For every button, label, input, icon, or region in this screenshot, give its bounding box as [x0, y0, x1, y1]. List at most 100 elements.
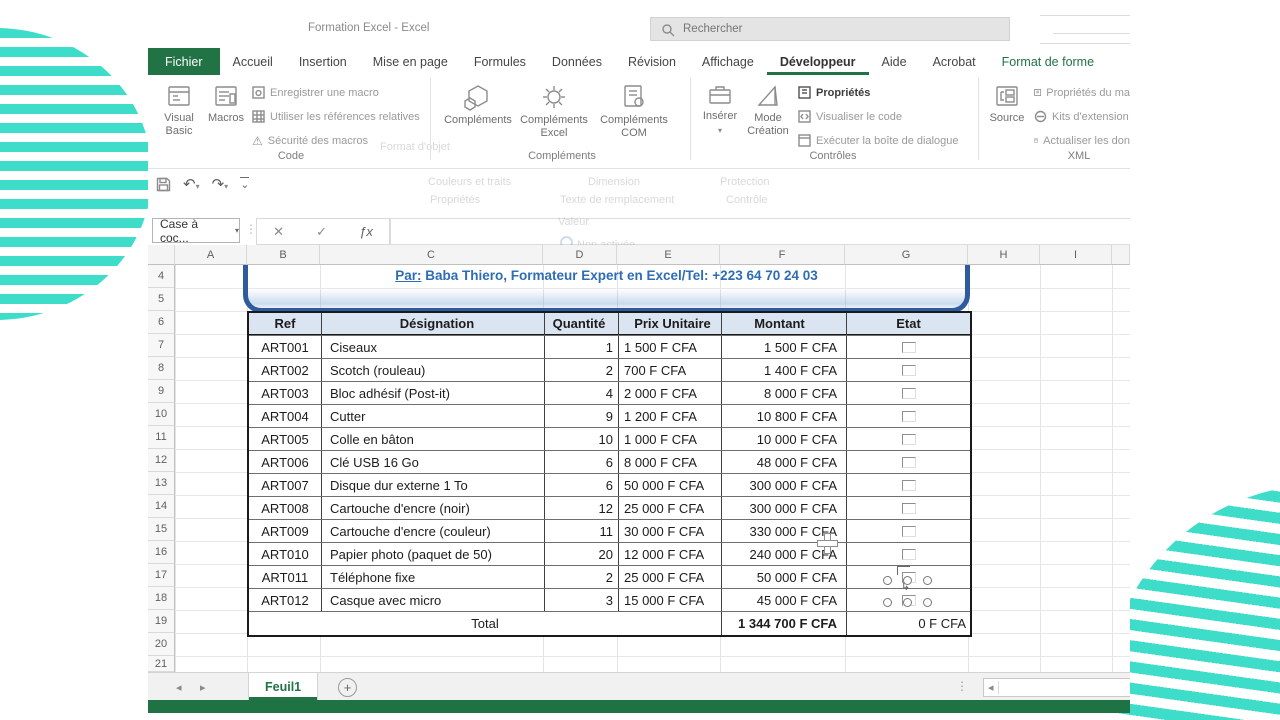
cell-etat[interactable]: [847, 382, 970, 404]
macros-button[interactable]: Macros: [204, 83, 248, 125]
cell[interactable]: 11: [545, 520, 619, 542]
cell[interactable]: Cartouche d'encre (couleur): [322, 520, 545, 542]
cell-etat[interactable]: [847, 336, 970, 358]
cell[interactable]: Cartouche d'encre (noir): [322, 497, 545, 519]
row-header-15[interactable]: 15: [148, 518, 175, 541]
cell[interactable]: 1 400 F CFA: [722, 359, 847, 381]
cell[interactable]: 1 200 F CFA: [619, 405, 722, 427]
row-header-7[interactable]: 7: [148, 334, 175, 357]
selection-handle[interactable]: [903, 598, 912, 607]
column-header-B[interactable]: B: [247, 245, 320, 265]
row-header-9[interactable]: 9: [148, 380, 175, 403]
cell[interactable]: 6: [545, 474, 619, 496]
row-header-21[interactable]: 21: [148, 656, 175, 672]
cell[interactable]: Bloc adhésif (Post-it): [322, 382, 545, 404]
cell[interactable]: ART008: [249, 497, 322, 519]
cell[interactable]: 300 000 F CFA: [722, 474, 847, 496]
cell[interactable]: ART002: [249, 359, 322, 381]
cell[interactable]: 3: [545, 589, 619, 611]
row-header-16[interactable]: 16: [148, 541, 175, 564]
cell[interactable]: Papier photo (paquet de 50): [322, 543, 545, 565]
cell[interactable]: 700 F CFA: [619, 359, 722, 381]
cell[interactable]: ART001: [249, 336, 322, 358]
undo-button[interactable]: ↶▾: [183, 175, 200, 193]
tab-accueil[interactable]: Accueil: [220, 48, 286, 75]
cell[interactable]: ART006: [249, 451, 322, 473]
row-header-13[interactable]: 13: [148, 472, 175, 495]
xml-source-button[interactable]: Source: [986, 83, 1028, 125]
cell-etat[interactable]: [847, 451, 970, 473]
tab-format-de-forme[interactable]: Format de forme: [989, 48, 1107, 75]
cell-etat[interactable]: [847, 474, 970, 496]
insert-function-button[interactable]: ƒx: [359, 224, 373, 239]
macro-record-status-icon[interactable]: [236, 712, 245, 713]
com-addins-button[interactable]: Compléments COM: [596, 83, 672, 140]
checkbox-icon[interactable]: [901, 525, 916, 537]
sheet-nav-right-button[interactable]: ▸: [200, 681, 206, 694]
insert-control-button[interactable]: Insérer ▾: [698, 83, 742, 136]
addins-button[interactable]: Compléments: [442, 83, 514, 127]
row-header-6[interactable]: 6: [148, 311, 175, 334]
cell[interactable]: ART005: [249, 428, 322, 450]
cell[interactable]: 10 800 F CFA: [722, 405, 847, 427]
sheet-nav-left-button[interactable]: ◂: [176, 681, 182, 694]
cell[interactable]: 12 000 F CFA: [619, 543, 722, 565]
cell[interactable]: 30 000 F CFA: [619, 520, 722, 542]
row-header-4[interactable]: 4: [148, 265, 175, 288]
cell[interactable]: 8 000 F CFA: [722, 382, 847, 404]
checkbox-icon[interactable]: [901, 456, 916, 468]
cell[interactable]: 10: [545, 428, 619, 450]
cell-etat[interactable]: [847, 497, 970, 519]
cell[interactable]: Ciseaux: [322, 336, 545, 358]
tab-d-veloppeur[interactable]: Développeur: [767, 48, 869, 75]
cell[interactable]: ART007: [249, 474, 322, 496]
run-dialog-button[interactable]: Exécuter la boîte de dialogue: [798, 134, 959, 147]
selection-handle[interactable]: [923, 576, 932, 585]
cell[interactable]: ART004: [249, 405, 322, 427]
cell[interactable]: Clé USB 16 Go: [322, 451, 545, 473]
selection-handle[interactable]: [883, 576, 892, 585]
xml-extension-packs-button[interactable]: Kits d'extension: [1034, 110, 1130, 123]
redo-button[interactable]: ↷▾: [212, 175, 229, 193]
cell[interactable]: 50 000 F CFA: [619, 474, 722, 496]
cell-etat[interactable]: [847, 405, 970, 427]
cell[interactable]: 15 000 F CFA: [619, 589, 722, 611]
cell[interactable]: 2: [545, 566, 619, 588]
column-header-I[interactable]: I: [1040, 245, 1112, 265]
xml-map-properties-button[interactable]: Propriétés du ma: [1034, 86, 1130, 99]
cell-etat[interactable]: [847, 520, 970, 542]
cell[interactable]: 1: [545, 336, 619, 358]
row-header-17[interactable]: 17: [148, 564, 175, 587]
macro-security-button[interactable]: ⚠ Sécurité des macros: [252, 134, 368, 148]
cell-etat[interactable]: [847, 428, 970, 450]
search-input[interactable]: Rechercher: [650, 17, 1010, 41]
record-macro-button[interactable]: Enregistrer une macro: [252, 86, 379, 99]
checkbox-icon[interactable]: [901, 410, 916, 422]
total-etat-cell[interactable]: 0 F CFA: [847, 612, 970, 635]
properties-button[interactable]: Propriétés: [798, 86, 870, 99]
cell[interactable]: Casque avec micro: [322, 589, 545, 611]
tab-mise-en-page[interactable]: Mise en page: [360, 48, 461, 75]
sheet-tab-feuil1[interactable]: Feuil1: [248, 673, 319, 700]
column-header-C[interactable]: C: [320, 245, 543, 265]
column-header-F[interactable]: F: [720, 245, 845, 265]
checkbox-icon[interactable]: [901, 387, 916, 399]
tab-insertion[interactable]: Insertion: [286, 48, 360, 75]
cell[interactable]: Disque dur externe 1 To: [322, 474, 545, 496]
row-header-18[interactable]: 18: [148, 587, 175, 610]
row-header-20[interactable]: 20: [148, 633, 175, 656]
cell[interactable]: ART010: [249, 543, 322, 565]
cell[interactable]: 10 000 F CFA: [722, 428, 847, 450]
row-header-14[interactable]: 14: [148, 495, 175, 518]
cell[interactable]: 9: [545, 405, 619, 427]
cell[interactable]: 1 000 F CFA: [619, 428, 722, 450]
cell[interactable]: Colle en bâton: [322, 428, 545, 450]
checkbox-icon[interactable]: [901, 341, 916, 353]
excel-addins-button[interactable]: Compléments Excel: [516, 83, 592, 140]
tab-formules[interactable]: Formules: [461, 48, 539, 75]
add-sheet-button[interactable]: +: [338, 678, 357, 697]
column-header-G[interactable]: G: [845, 245, 968, 265]
horizontal-scrollbar[interactable]: ◂: [983, 678, 1130, 697]
selection-handle[interactable]: [923, 598, 932, 607]
tab-aide[interactable]: Aide: [869, 48, 920, 75]
